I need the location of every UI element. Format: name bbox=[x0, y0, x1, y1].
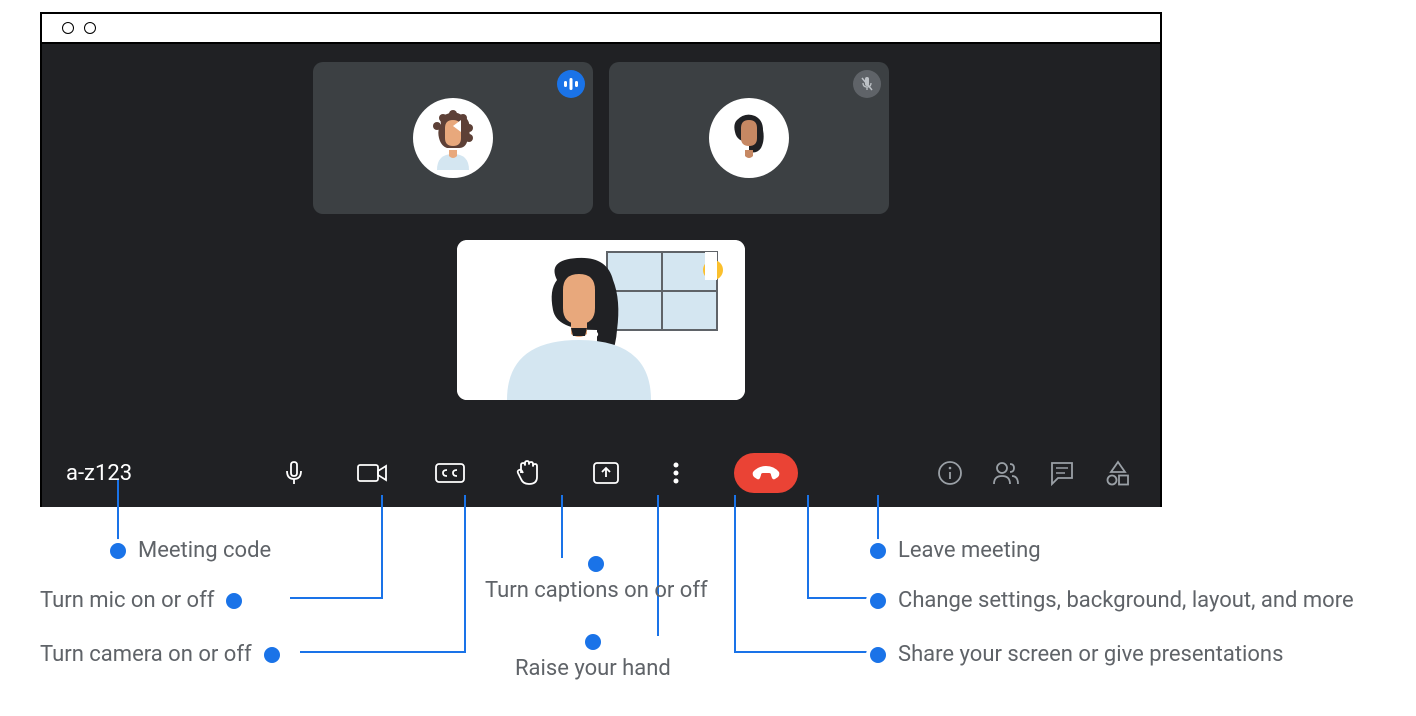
mic-toggle-button[interactable] bbox=[276, 455, 312, 491]
callout-leave: Leave meeting bbox=[870, 538, 1041, 563]
callout-raise-hand: Raise your hand bbox=[515, 634, 671, 681]
callout-meeting-code: Meeting code bbox=[110, 538, 271, 563]
meeting-area: a-z123 bbox=[42, 44, 1160, 507]
callout-dot bbox=[870, 543, 886, 559]
hand-icon bbox=[514, 459, 542, 487]
callout-label: Turn mic on or off bbox=[40, 588, 214, 613]
callout-label: Meeting code bbox=[138, 538, 271, 563]
meeting-code: a-z123 bbox=[66, 461, 276, 486]
participant-tile-1[interactable] bbox=[313, 62, 593, 214]
chat-button[interactable] bbox=[1044, 455, 1080, 491]
more-vertical-icon bbox=[672, 459, 680, 487]
callout-label: Raise your hand bbox=[515, 656, 671, 681]
camera-icon bbox=[356, 459, 388, 487]
window-control-dot[interactable] bbox=[62, 22, 74, 34]
mic-icon bbox=[280, 459, 308, 487]
people-button[interactable] bbox=[988, 455, 1024, 491]
callout-dot bbox=[585, 634, 601, 650]
info-button[interactable] bbox=[932, 455, 968, 491]
callout-label: Share your screen or give presentations bbox=[898, 642, 1283, 667]
window-title-bar bbox=[42, 14, 1160, 44]
hangup-icon bbox=[750, 463, 782, 483]
app-window: a-z123 bbox=[40, 12, 1162, 507]
people-icon bbox=[992, 460, 1020, 486]
callout-captions: Turn captions on or off bbox=[485, 556, 708, 603]
callout-label: Turn captions on or off bbox=[485, 578, 708, 603]
callout-mic: Turn mic on or off bbox=[40, 588, 242, 613]
activities-button[interactable] bbox=[1100, 455, 1136, 491]
callout-share: Share your screen or give presentations bbox=[870, 642, 1283, 667]
shapes-icon bbox=[1105, 460, 1131, 486]
callout-dot bbox=[226, 593, 242, 609]
callout-camera: Turn camera on or off bbox=[40, 642, 280, 667]
chat-icon bbox=[1049, 460, 1075, 486]
callout-dot bbox=[264, 647, 280, 663]
leave-call-button[interactable] bbox=[734, 453, 798, 493]
participant-tile-2[interactable] bbox=[609, 62, 889, 214]
captions-toggle-button[interactable] bbox=[432, 455, 468, 491]
callout-label: Leave meeting bbox=[898, 538, 1041, 563]
present-icon bbox=[591, 459, 621, 487]
callout-label: Turn camera on or off bbox=[40, 642, 252, 667]
callout-dot bbox=[870, 593, 886, 609]
window-control-dot[interactable] bbox=[84, 22, 96, 34]
callout-label: Change settings, background, layout, and… bbox=[898, 588, 1354, 613]
avatar bbox=[413, 98, 493, 178]
info-icon bbox=[937, 460, 963, 486]
participant-tiles bbox=[313, 62, 889, 214]
avatar bbox=[709, 98, 789, 178]
camera-toggle-button[interactable] bbox=[354, 455, 390, 491]
present-button[interactable] bbox=[588, 455, 624, 491]
callout-more: Change settings, background, layout, and… bbox=[870, 588, 1354, 613]
speaking-indicator-icon bbox=[557, 70, 585, 98]
right-controls bbox=[932, 455, 1136, 491]
more-options-button[interactable] bbox=[666, 455, 686, 491]
callout-dot bbox=[588, 556, 604, 572]
muted-mic-icon bbox=[853, 70, 881, 98]
self-view-tile[interactable] bbox=[457, 240, 745, 400]
callout-dot bbox=[110, 543, 126, 559]
center-controls bbox=[276, 453, 798, 493]
controls-bar: a-z123 bbox=[42, 439, 1160, 507]
raise-hand-button[interactable] bbox=[510, 455, 546, 491]
captions-icon bbox=[434, 459, 466, 487]
callout-dot bbox=[870, 647, 886, 663]
